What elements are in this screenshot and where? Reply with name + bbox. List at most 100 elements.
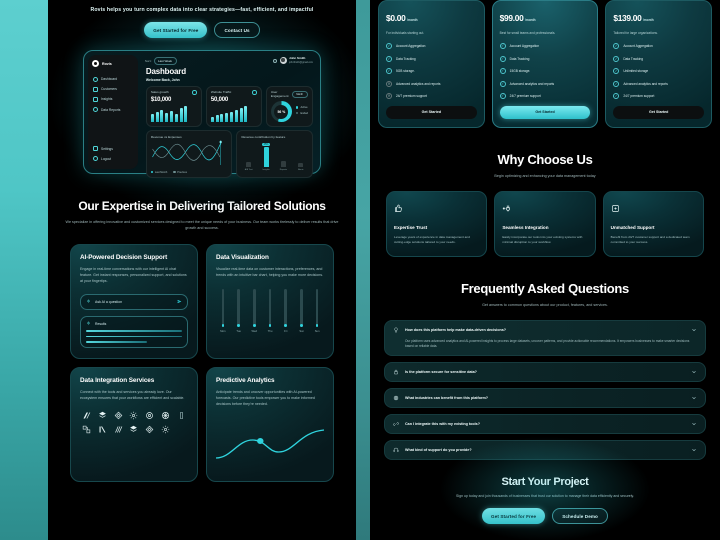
sidebar-item-logout[interactable]: Logout — [92, 154, 134, 164]
gear-icon[interactable] — [252, 90, 257, 95]
kpi-title: Website Traffic — [210, 90, 232, 95]
faq-item[interactable]: Is the platform secure for sensitive dat… — [384, 361, 706, 382]
why-card-body: Leverage years of experience in data man… — [394, 234, 470, 244]
bar-fill — [253, 323, 256, 327]
results-box: Results — [80, 315, 188, 349]
chart-title: Revenue contribution by feature — [241, 134, 286, 139]
axis-tick-label: Wed — [251, 329, 258, 333]
sidebar-item-customers[interactable]: Customers — [92, 84, 134, 94]
bar-track — [221, 288, 225, 327]
sidebar-item-insights[interactable]: Insights — [92, 94, 134, 104]
plan-feature: ✓ Account Aggregation — [499, 43, 540, 50]
bar-column: Alerts — [294, 143, 308, 171]
ask-ai-input[interactable]: Ask AI a question — [80, 293, 188, 310]
legend-item: Last Month — [150, 171, 167, 174]
contact-us-button[interactable]: Contact Us — [214, 22, 260, 38]
engagement-range[interactable]: Month — [292, 90, 308, 98]
brand-name: Rovis — [102, 61, 112, 66]
bar-column: 45% Insights — [259, 142, 273, 171]
integration-logo-icon — [159, 425, 172, 434]
kpi-title: Sales growth — [150, 90, 169, 95]
feature-body: Engage in real-time conversations with o… — [80, 267, 187, 283]
why-choose-us-section: Why Choose Us Begin optimizing and enhan… — [370, 152, 720, 180]
legend-item: Active — [295, 106, 308, 109]
lock-icon — [394, 369, 398, 375]
users-icon — [93, 86, 98, 92]
left-page-panel: Rovis helps you turn complex data into c… — [48, 0, 356, 540]
chevron-down-icon[interactable] — [691, 447, 697, 453]
chevron-down-icon[interactable] — [691, 421, 697, 427]
plan-feature: ✓ 24/7 premium support — [613, 93, 655, 100]
cta-get-started-button[interactable]: Get Started for Free — [482, 508, 546, 525]
get-started-free-button[interactable]: Get Started for Free — [144, 22, 208, 38]
expertise-section: Our Expertise in Delivering Tailored Sol… — [48, 199, 356, 231]
kpi-card-sales: Sales growth $10,000 — [145, 85, 202, 127]
send-icon[interactable] — [177, 299, 182, 304]
plan-feature: ✓ Advanced analytics and reports — [613, 80, 668, 87]
expertise-card-grid: AI-Powered Decision Support Engage in re… — [48, 244, 356, 482]
sort-control[interactable]: Sort: Last Week — [145, 57, 178, 65]
brand: Rovis — [92, 60, 134, 67]
chevron-down-icon[interactable] — [691, 369, 697, 375]
check-icon: ✓ — [613, 68, 620, 75]
bar — [160, 109, 164, 122]
integration-logo-icon — [159, 411, 172, 420]
link-icon — [393, 422, 399, 426]
faq-question: What kind of support do you provide? — [405, 447, 472, 452]
ask-ai-placeholder: Ask AI a question — [95, 299, 123, 304]
engagement-donut: 56 % — [270, 101, 292, 122]
plan-feature: ✓ 24/7 premium support — [499, 93, 541, 100]
bar — [174, 113, 178, 122]
sidebar-item-dashboard[interactable]: Dashboard — [92, 74, 134, 84]
faq-item[interactable]: What industries can benefit from this pl… — [384, 387, 706, 408]
why-card-grid: Expertise Trust Leverage years of experi… — [370, 190, 720, 257]
bar-track — [315, 288, 319, 327]
bar — [230, 111, 234, 122]
faq-item[interactable]: What kind of support do you provide? — [384, 439, 706, 460]
faq-question: How does this platform help make data-dr… — [405, 327, 507, 332]
bar — [210, 117, 214, 122]
sort-value[interactable]: Last Week — [153, 57, 178, 65]
faq-item[interactable]: How does this platform help make data-dr… — [384, 319, 706, 356]
bell-icon[interactable] — [273, 58, 278, 63]
faq-item[interactable]: Can I integrate this with my existing to… — [384, 413, 706, 434]
plan-cta-button[interactable]: Get Started — [386, 105, 477, 119]
integration-logo-icon — [112, 411, 125, 420]
plan-cta-button[interactable]: Get Started — [613, 105, 705, 119]
user-menu[interactable]: John Smith johnSmith@gmail.com — [273, 56, 313, 64]
hero-section: Rovis helps you turn complex data into c… — [48, 0, 356, 38]
why-card-body: Easily incorporate our tools into your e… — [502, 234, 583, 244]
bar — [184, 105, 188, 122]
globe-icon — [393, 395, 399, 401]
check-icon: ✓ — [386, 43, 392, 50]
kpi-value: 50,000 — [210, 96, 229, 103]
why-card-body: Benefit from 24/7 customer support and a… — [610, 234, 690, 244]
sidebar-item-data-reports[interactable]: Data Reports — [92, 105, 134, 115]
chevron-down-icon[interactable] — [691, 395, 697, 401]
section-subheading: Get answers to common questions about ou… — [482, 303, 608, 308]
avatar — [279, 57, 287, 64]
section-heading: Our Expertise in Delivering Tailored Sol… — [78, 199, 326, 213]
bar-column: Thu — [263, 288, 277, 333]
bar — [179, 107, 183, 122]
why-card-title: Seamless Integration — [502, 224, 549, 230]
legend-item: Previous — [173, 171, 187, 174]
sparkle-icon — [86, 321, 91, 326]
bar-fill — [284, 323, 288, 327]
gear-icon[interactable] — [192, 90, 197, 95]
sidebar-item-settings[interactable]: Settings — [92, 144, 134, 154]
sidebar-item-label: Logout — [101, 156, 112, 161]
check-icon: ✓ — [499, 80, 506, 87]
bar-track — [268, 288, 272, 327]
bar-column: Sat — [295, 288, 309, 333]
bar — [165, 112, 169, 122]
plan-amount: $139.00 — [613, 13, 642, 23]
schedule-demo-button[interactable]: Schedule Demo — [552, 508, 608, 525]
engagement-card: User Engagement Month 56 % Active Ended — [265, 85, 313, 127]
chevron-down-icon[interactable] — [691, 327, 697, 333]
section-subheading: Begin optimizing and enhancing your data… — [494, 174, 596, 179]
axis-tick-label: Sun — [314, 329, 320, 333]
axis-tick-label: Sat — [299, 329, 304, 333]
plan-cta-button[interactable]: Get Started — [499, 105, 591, 119]
